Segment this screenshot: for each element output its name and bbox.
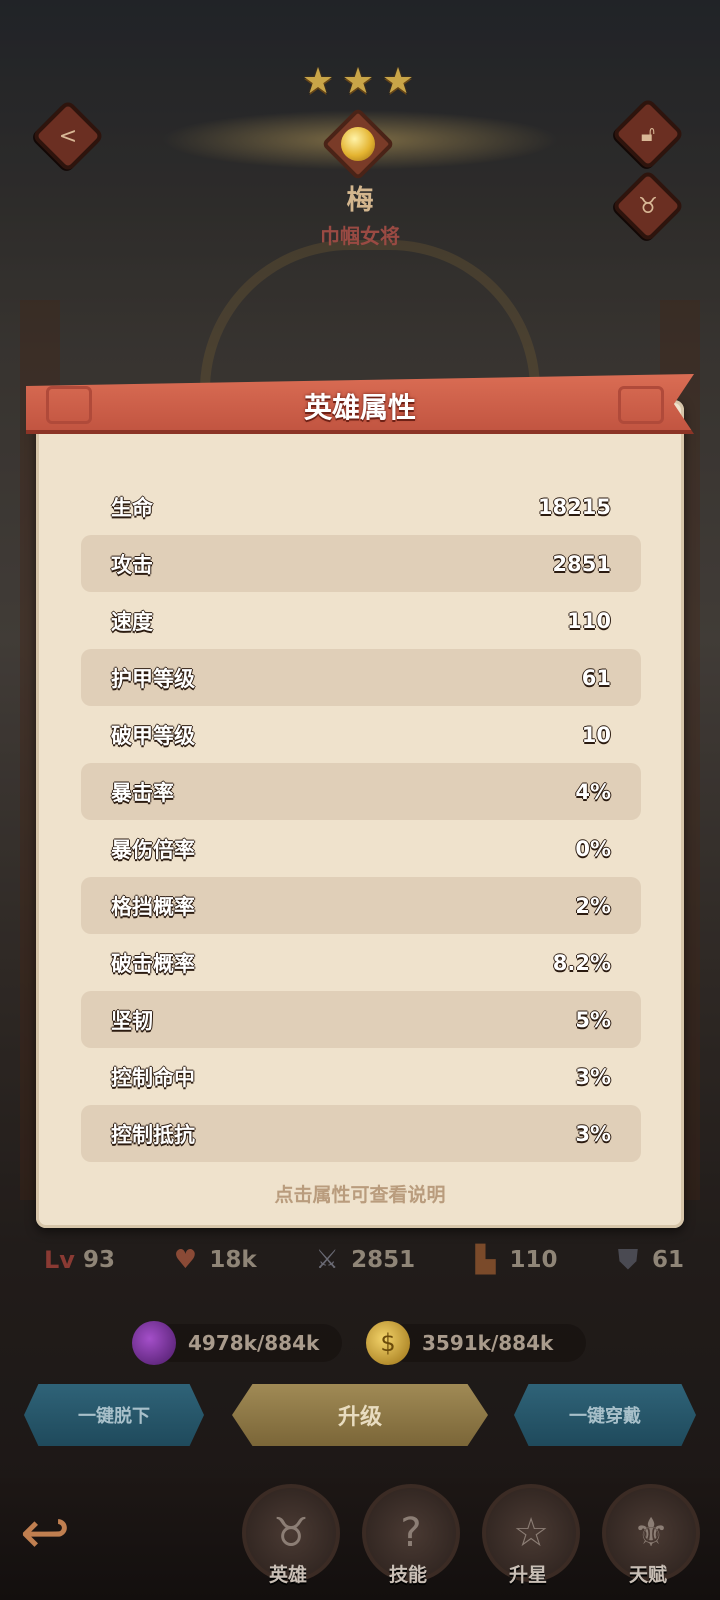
hero-name: 梅 (346, 185, 374, 216)
back-arrow-icon[interactable]: ↩ (20, 1498, 110, 1568)
tab-talent-label: 天赋 (628, 1564, 667, 1586)
stat-row-attack[interactable]: 攻击 2851 (81, 535, 641, 592)
stat-value: 0% (575, 836, 611, 861)
boot-icon: ▙ (475, 1245, 496, 1275)
stat-value: 3% (575, 1121, 611, 1146)
summary-speed: ▙ 110 (470, 1244, 558, 1276)
potion-amount: 4978k/884k (188, 1331, 320, 1355)
stat-label: 攻击 (111, 552, 153, 577)
stat-value: 10 (581, 722, 611, 747)
stat-row-speed[interactable]: 速度 110 (81, 592, 641, 649)
star-icon: ★ (301, 61, 335, 102)
hero-stars: ★ ★ ★ (300, 64, 416, 100)
share-icon: < (58, 123, 78, 149)
gold-amount: 3591k/884k (422, 1331, 554, 1355)
stat-label: 破甲等级 (111, 723, 195, 748)
tab-hero[interactable]: ♉︎ 英雄 (238, 1478, 340, 1600)
stat-label: 控制抵抗 (111, 1122, 195, 1147)
potion-icon (132, 1321, 176, 1365)
level-value: 93 (82, 1247, 115, 1273)
potion-resource: 4978k/884k (132, 1321, 342, 1365)
stat-value: 110 (567, 608, 611, 633)
gold-resource: $ 3591k/884k (366, 1321, 586, 1365)
stat-label: 暴击率 (111, 780, 174, 805)
tab-star-up[interactable]: ☆ 升星 (478, 1478, 580, 1600)
stat-value: 5% (575, 1007, 611, 1032)
stat-label: 格挡概率 (111, 894, 195, 919)
summary-armor: ⛊ 61 (612, 1244, 684, 1276)
tab-talent[interactable]: ⚜ 天赋 (598, 1478, 700, 1600)
stat-value: 18215 (537, 494, 611, 519)
star-icon: ★ (381, 61, 415, 102)
attack-value: 2851 (351, 1247, 416, 1273)
stat-value: 4% (575, 779, 611, 804)
panel-title: 英雄属性 (303, 391, 416, 424)
stats-list: 生命 18215 攻击 2851 速度 110 护甲等级 61 破甲等级 10 暴击率 4%… (81, 478, 641, 1162)
horned-helmet-icon: ♉︎ (638, 193, 658, 219)
unequip-all-button[interactable]: 一键脱下 (24, 1384, 204, 1446)
star-icon: ★ (341, 61, 375, 102)
stat-value: 2851 (552, 551, 611, 576)
hero-summary-bar: Lv 93 ♥ 18k ⚔ 2851 ▙ 110 ⛊ 61 (44, 1244, 684, 1276)
summary-attack: ⚔ 2851 (311, 1244, 415, 1276)
shield-icon: ⛊ (618, 1244, 638, 1275)
hero-attributes-panel: 生命 18215 攻击 2851 速度 110 护甲等级 61 破甲等级 10 暴击率 4%… (26, 370, 694, 1228)
orb-icon (341, 127, 375, 161)
panel-banner: 英雄属性 (26, 374, 694, 438)
lock-icon: 🔓︎ (640, 121, 656, 147)
summary-hp: ♥ 18k (169, 1244, 257, 1276)
tab-skill-label: 技能 (388, 1564, 427, 1586)
stat-row-armor-break[interactable]: 破甲等级 10 (81, 706, 641, 763)
stat-label: 速度 (111, 609, 153, 634)
gold-coin-icon: $ (366, 1321, 410, 1365)
equip-all-button[interactable]: 一键穿戴 (514, 1384, 696, 1446)
hp-value: 18k (209, 1247, 257, 1273)
tab-skill[interactable]: ? 技能 (358, 1478, 460, 1600)
stat-value: 8.2% (552, 950, 611, 975)
panel-hint: 点击属性可查看说明 (274, 1184, 446, 1206)
stat-label: 护甲等级 (111, 666, 195, 691)
stat-row-crit-rate[interactable]: 暴击率 4% (81, 763, 641, 820)
heart-icon: ♥ (173, 1245, 198, 1275)
stat-label: 暴伤倍率 (111, 837, 195, 862)
stat-label: 坚韧 (111, 1008, 153, 1033)
stat-row-tenacity[interactable]: 坚韧 5% (81, 991, 641, 1048)
sword-icon: ⚔ (315, 1245, 339, 1275)
stat-row-armor[interactable]: 护甲等级 61 (81, 649, 641, 706)
stat-value: 61 (581, 665, 611, 690)
stat-label: 生命 (111, 495, 153, 520)
panel-body: 生命 18215 攻击 2851 速度 110 护甲等级 61 破甲等级 10 暴击率 4%… (36, 400, 684, 1228)
hero-class-emblem (321, 107, 395, 181)
upgrade-button[interactable]: 升级 (232, 1384, 488, 1446)
armor-value: 61 (651, 1247, 684, 1273)
tab-star-up-label: 升星 (508, 1564, 547, 1586)
stat-row-control-hit[interactable]: 控制命中 3% (81, 1048, 641, 1105)
stat-row-break[interactable]: 破击概率 8.2% (81, 934, 641, 991)
stat-value: 2% (575, 893, 611, 918)
stat-row-hp[interactable]: 生命 18215 (81, 478, 641, 535)
stat-row-crit-damage[interactable]: 暴伤倍率 0% (81, 820, 641, 877)
stat-row-block[interactable]: 格挡概率 2% (81, 877, 641, 934)
stat-label: 破击概率 (111, 951, 195, 976)
level-label: Lv (44, 1246, 75, 1274)
summary-level: Lv 93 (44, 1246, 115, 1274)
stat-value: 3% (575, 1064, 611, 1089)
speed-value: 110 (509, 1247, 558, 1273)
stat-row-control-resist[interactable]: 控制抵抗 3% (81, 1105, 641, 1162)
bottom-nav: ↩ ♉︎ 英雄 ? 技能 ☆ 升星 ⚜ 天赋 (0, 1478, 720, 1600)
tab-hero-label: 英雄 (268, 1564, 307, 1586)
stat-label: 控制命中 (111, 1065, 195, 1090)
hero-title: 巾帼女将 (320, 224, 400, 248)
